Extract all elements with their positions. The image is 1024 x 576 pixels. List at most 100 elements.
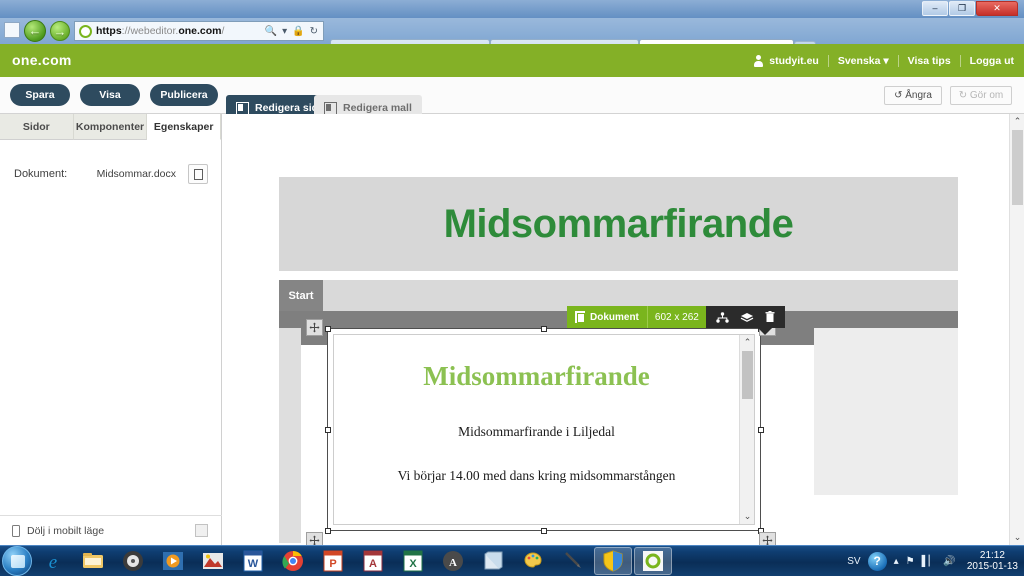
document-label: Dokument: <box>14 168 68 180</box>
panel-tab-properties[interactable]: Egenskaper <box>147 114 222 140</box>
taskbar-item-paint[interactable] <box>514 547 552 575</box>
taskbar-item-security-shield[interactable] <box>594 547 632 575</box>
logout-link[interactable]: Logga ut <box>970 55 1014 67</box>
document-preview-frame[interactable]: Midsommarfirande Midsommarfirande i Lilj… <box>333 334 755 525</box>
security-shield-icon <box>603 550 623 572</box>
taskbar-item-word[interactable]: W <box>234 547 272 575</box>
minimize-button[interactable]: – <box>922 1 948 16</box>
resize-handle-s[interactable] <box>541 527 547 534</box>
close-window-button[interactable]: ✕ <box>976 1 1018 16</box>
resize-handle-n[interactable] <box>541 325 547 332</box>
save-button[interactable]: Spara <box>10 84 70 106</box>
resize-handle-w[interactable] <box>324 426 331 433</box>
one-com-header-bar: one.com studyit.eu Svenska ▾ Visa tips L… <box>0 44 1024 77</box>
powerpoint-icon: P <box>323 550 343 572</box>
taskbar-item-video-player[interactable] <box>154 547 192 575</box>
clock-date: 2015-01-13 <box>966 561 1018 572</box>
account-name-link[interactable]: studyit.eu <box>769 55 819 67</box>
taskbar-item-chrome[interactable] <box>274 547 312 575</box>
back-button[interactable]: ← <box>24 20 46 42</box>
page-icon <box>236 101 249 115</box>
move-icon <box>309 322 320 333</box>
volume-icon[interactable]: 🔊 <box>943 556 955 567</box>
scroll-down-icon[interactable]: ⌄ <box>740 509 754 524</box>
scroll-up-icon[interactable]: ⌃ <box>740 335 754 350</box>
header-account-area: studyit.eu Svenska ▾ Visa tips Logga ut <box>754 44 1014 77</box>
address-bar[interactable]: https://webeditor.one.com/ 🔍 ▾ 🔒 ↻ <box>74 21 324 41</box>
taskbar-item-one-com[interactable] <box>634 547 672 575</box>
help-icon[interactable]: ? <box>867 551 887 571</box>
document-scrollbar[interactable]: ⌃ ⌄ <box>739 335 754 524</box>
taskbar-item-media-player[interactable] <box>114 547 152 575</box>
choose-document-button[interactable] <box>188 164 208 184</box>
selected-document-element[interactable]: Midsommarfirande Midsommarfirande i Lilj… <box>324 325 764 534</box>
forward-button[interactable]: → <box>50 21 70 41</box>
move-handle-bottom-left[interactable] <box>306 532 323 545</box>
media-player-icon <box>123 551 143 571</box>
panel-tab-strip: Sidor Komponenter Egenskaper <box>0 114 222 140</box>
redo-button[interactable]: ↻ Gör om <box>950 86 1012 105</box>
refresh-icon[interactable]: ↻ <box>310 26 318 37</box>
search-icon[interactable]: 🔍 <box>265 26 277 37</box>
windows-start-icon[interactable] <box>2 546 32 576</box>
show-tips-link[interactable]: Visa tips <box>908 55 951 67</box>
resize-handle-sw[interactable] <box>324 527 331 534</box>
internet-explorer-icon: e <box>49 552 57 572</box>
ie-window-icon <box>4 22 20 38</box>
taskbar-item-excel[interactable]: X <box>394 547 432 575</box>
taskbar-item-acrobat[interactable]: A <box>434 547 472 575</box>
page-scrollbar-thumb[interactable] <box>1012 130 1023 205</box>
panel-tab-components[interactable]: Komponenter <box>73 114 148 140</box>
resize-handle-nw[interactable] <box>324 325 331 332</box>
resize-handle-e[interactable] <box>757 426 764 433</box>
document-icon <box>575 311 585 323</box>
taskbar-item-photo-app[interactable] <box>194 547 232 575</box>
document-heading: Midsommarfirande <box>423 361 650 391</box>
panel-tab-pages[interactable]: Sidor <box>0 114 74 140</box>
publish-button[interactable]: Publicera <box>150 84 218 106</box>
mobile-hide-checkbox[interactable] <box>195 524 208 537</box>
site-header-band[interactable]: Midsommarfirande <box>279 177 958 271</box>
view-button[interactable]: Visa <box>80 84 140 106</box>
scrollbar-thumb[interactable] <box>742 351 753 399</box>
page-scroll-down-icon[interactable]: ⌄ <box>1010 530 1024 545</box>
properties-panel: Sidor Komponenter Egenskaper Dokument: M… <box>0 114 222 545</box>
url-subdomain: webeditor. <box>130 25 179 37</box>
taskbar-clock[interactable]: 21:12 2015-01-13 <box>963 550 1018 572</box>
trash-icon[interactable] <box>765 311 775 323</box>
document-property-row: Dokument: Midsommar.docx <box>0 154 222 194</box>
action-center-icon[interactable]: ⚑ <box>906 556 915 567</box>
taskbar-item-internet-explorer[interactable]: e <box>34 547 72 575</box>
layers-icon[interactable] <box>740 312 754 323</box>
taskbar-item-powerpoint[interactable]: P <box>314 547 352 575</box>
taskbar-item-notepad[interactable] <box>474 547 512 575</box>
nav-item-start[interactable]: Start <box>279 280 323 311</box>
undo-button[interactable]: ↺ Ångra <box>884 86 942 105</box>
maximize-button[interactable]: ❐ <box>949 1 975 16</box>
dropdown-caret-icon[interactable]: ▾ <box>282 26 287 37</box>
page-scrollbar[interactable]: ⌃ ⌄ <box>1009 114 1024 545</box>
move-handle-bottom-right[interactable] <box>759 532 776 545</box>
language-indicator[interactable]: SV <box>847 556 860 567</box>
tray-expand-caret-icon[interactable]: ▴ <box>894 556 899 567</box>
connect-icon[interactable] <box>716 311 729 323</box>
element-type-badge: Dokument <box>567 306 647 328</box>
video-player-icon <box>163 552 183 570</box>
tab-edit-template-label: Redigera mall <box>343 102 412 114</box>
move-icon <box>309 535 320 545</box>
right-content-block[interactable] <box>814 328 958 495</box>
system-tray: SV ? ▴ ⚑ ▌▏ 🔊 21:12 2015-01-13 <box>847 550 1024 572</box>
site-favicon-icon <box>79 24 92 38</box>
taskbar-item-access[interactable]: A <box>354 547 392 575</box>
mobile-hide-label: Dölj i mobilt läge <box>27 524 105 537</box>
language-selector[interactable]: Svenska ▾ <box>838 55 889 67</box>
network-icon[interactable]: ▌▏ <box>922 556 937 567</box>
window-title-bar: – ❐ ✕ <box>0 0 1024 18</box>
windows-taskbar: e W P A X A SV ? ▴ ⚑ ▌▏ 🔊 21:12 2015-01-… <box>0 545 1024 576</box>
move-handle-top-left[interactable] <box>306 319 323 336</box>
page-canvas[interactable]: Midsommarfirande Start Dokument 602 x 26… <box>222 114 1024 545</box>
taskbar-item-file-explorer[interactable] <box>74 547 112 575</box>
page-scroll-up-icon[interactable]: ⌃ <box>1010 114 1024 129</box>
taskbar-item-snipping-tool[interactable] <box>554 547 592 575</box>
document-content: Midsommarfirande Midsommarfirande i Lilj… <box>334 335 739 524</box>
